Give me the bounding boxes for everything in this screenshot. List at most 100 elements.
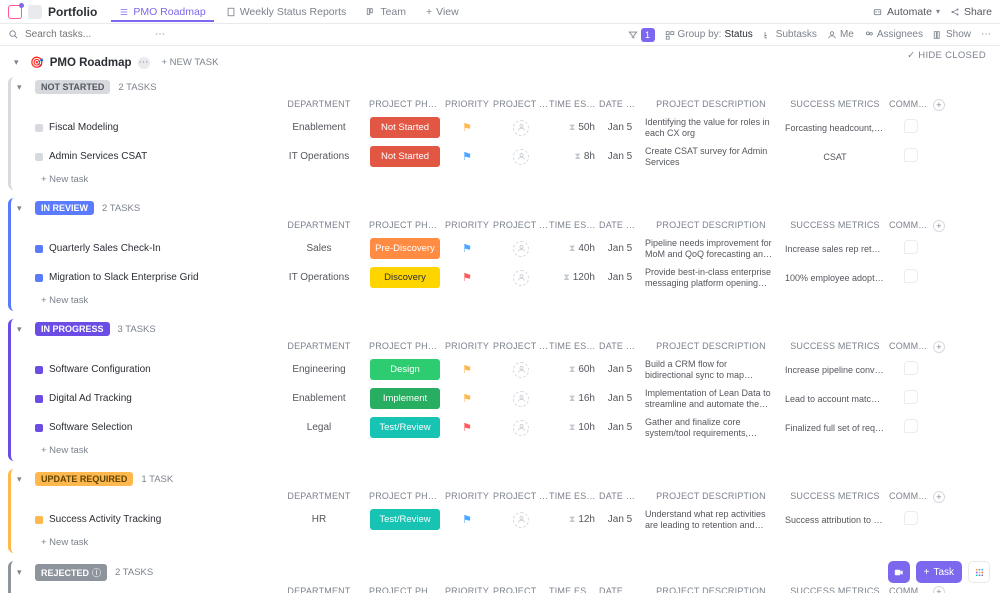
priority-flag-icon[interactable]: ⚑: [462, 364, 472, 376]
assignees-button[interactable]: Assignees: [864, 29, 923, 40]
task-row[interactable]: Success Activity Tracking HR Test/Review…: [11, 505, 992, 534]
collapse-group-icon[interactable]: ▾: [17, 324, 27, 335]
phase-badge[interactable]: Test/Review: [370, 509, 440, 530]
task-row[interactable]: Quarterly Sales Check-In Sales Pre-Disco…: [11, 234, 992, 263]
comment-icon[interactable]: [904, 511, 918, 525]
task-time[interactable]: ⧗10h: [549, 422, 599, 433]
tab-team[interactable]: Team: [358, 2, 414, 22]
status-square-icon[interactable]: [35, 395, 43, 403]
hide-closed-toggle[interactable]: ✓ HIDE CLOSED: [907, 50, 986, 61]
filter-button[interactable]: 1: [628, 28, 655, 42]
new-task-button[interactable]: + New task: [11, 442, 992, 459]
status-pill[interactable]: IN REVIEW: [35, 201, 94, 215]
collapse-group-icon[interactable]: ▾: [17, 567, 27, 578]
comment-icon[interactable]: [904, 119, 918, 133]
status-square-icon[interactable]: [35, 245, 43, 253]
tab-pmo-roadmap[interactable]: PMO Roadmap: [111, 2, 213, 22]
assign-pm-icon[interactable]: [513, 120, 529, 136]
priority-flag-icon[interactable]: ⚑: [462, 514, 472, 526]
assign-pm-icon[interactable]: [513, 241, 529, 257]
add-column-icon[interactable]: +: [933, 491, 945, 503]
status-pill[interactable]: IN PROGRESS: [35, 322, 110, 336]
subtasks-button[interactable]: Subtasks: [763, 29, 817, 40]
assign-pm-icon[interactable]: [513, 512, 529, 528]
priority-flag-icon[interactable]: ⚑: [462, 151, 472, 163]
add-column-icon[interactable]: +: [933, 220, 945, 232]
phase-badge[interactable]: Discovery: [370, 267, 440, 288]
collapse-icon[interactable]: ▾: [14, 57, 24, 68]
priority-flag-icon[interactable]: ⚑: [462, 393, 472, 405]
priority-flag-icon[interactable]: ⚑: [462, 243, 472, 255]
task-row[interactable]: Digital Ad Tracking Enablement Implement…: [11, 384, 992, 413]
collapse-group-icon[interactable]: ▾: [17, 203, 27, 214]
status-square-icon[interactable]: [35, 516, 43, 524]
list-settings-icon[interactable]: ⋯: [138, 57, 150, 69]
task-time[interactable]: ⧗120h: [549, 272, 599, 283]
collapse-group-icon[interactable]: ▾: [17, 82, 27, 93]
priority-flag-icon[interactable]: ⚑: [462, 122, 472, 134]
tab-view[interactable]: +View: [418, 2, 467, 22]
comment-icon[interactable]: [904, 361, 918, 375]
floating-actions: + Task: [888, 561, 990, 583]
share-button[interactable]: Share: [950, 6, 992, 18]
status-pill[interactable]: REJECTED ⓘ: [35, 564, 107, 581]
task-row[interactable]: Software Selection Legal Test/Review ⚑ ⧗…: [11, 413, 992, 442]
task-date: Jan 5: [599, 243, 641, 254]
status-square-icon[interactable]: [35, 274, 43, 282]
comment-icon[interactable]: [904, 419, 918, 433]
assign-pm-icon[interactable]: [513, 391, 529, 407]
add-column-icon[interactable]: +: [933, 341, 945, 353]
phase-badge[interactable]: Not Started: [370, 146, 440, 167]
assign-pm-icon[interactable]: [513, 149, 529, 165]
new-task-button[interactable]: + New task: [11, 292, 992, 309]
more-menu-icon[interactable]: ⋯: [981, 29, 992, 40]
add-column-icon[interactable]: +: [933, 99, 945, 111]
task-time[interactable]: ⧗8h: [549, 151, 599, 162]
status-square-icon[interactable]: [35, 124, 43, 132]
group-update_required: ▾ UPDATE REQUIRED 1 TASK DEPARTMENT PROJ…: [8, 469, 992, 553]
tab-weekly-status-reports[interactable]: Weekly Status Reports: [218, 2, 355, 22]
task-row[interactable]: Admin Services CSAT IT Operations Not St…: [11, 142, 992, 171]
new-task-button[interactable]: + New task: [11, 171, 992, 188]
search-input[interactable]: [25, 29, 95, 40]
phase-badge[interactable]: Test/Review: [370, 417, 440, 438]
task-time[interactable]: ⧗16h: [549, 393, 599, 404]
status-square-icon[interactable]: [35, 366, 43, 374]
task-time[interactable]: ⧗12h: [549, 514, 599, 525]
task-row[interactable]: Fiscal Modeling Enablement Not Started ⚑…: [11, 113, 992, 142]
comment-icon[interactable]: [904, 240, 918, 254]
status-square-icon[interactable]: [35, 153, 43, 161]
task-time[interactable]: ⧗40h: [549, 243, 599, 254]
comment-icon[interactable]: [904, 148, 918, 162]
add-column-icon[interactable]: +: [933, 586, 945, 593]
priority-flag-icon[interactable]: ⚑: [462, 422, 472, 434]
me-button[interactable]: Me: [827, 29, 854, 40]
priority-flag-icon[interactable]: ⚑: [462, 272, 472, 284]
phase-badge[interactable]: Not Started: [370, 117, 440, 138]
status-pill[interactable]: UPDATE REQUIRED: [35, 472, 133, 486]
assign-pm-icon[interactable]: [513, 362, 529, 378]
record-button[interactable]: [888, 561, 910, 583]
task-time[interactable]: ⧗60h: [549, 364, 599, 375]
group-by-button[interactable]: Group by: Status: [665, 29, 753, 40]
assign-pm-icon[interactable]: [513, 270, 529, 286]
new-task-header-button[interactable]: + NEW TASK: [162, 57, 219, 68]
more-options-icon[interactable]: ⋯: [155, 29, 166, 40]
apps-button[interactable]: [968, 561, 990, 583]
phase-badge[interactable]: Design: [370, 359, 440, 380]
task-row[interactable]: Software Configuration Engineering Desig…: [11, 355, 992, 384]
collapse-group-icon[interactable]: ▾: [17, 474, 27, 485]
phase-badge[interactable]: Implement: [370, 388, 440, 409]
status-pill[interactable]: NOT STARTED: [35, 80, 110, 94]
automate-button[interactable]: Automate ▾: [872, 6, 940, 18]
task-time[interactable]: ⧗50h: [549, 122, 599, 133]
task-row[interactable]: Migration to Slack Enterprise Grid IT Op…: [11, 263, 992, 292]
new-task-button[interactable]: + New task: [11, 534, 992, 551]
comment-icon[interactable]: [904, 269, 918, 283]
new-task-floating-button[interactable]: + Task: [916, 561, 962, 583]
status-square-icon[interactable]: [35, 424, 43, 432]
show-button[interactable]: Show: [933, 29, 971, 40]
comment-icon[interactable]: [904, 390, 918, 404]
phase-badge[interactable]: Pre-Discovery: [370, 238, 440, 259]
assign-pm-icon[interactable]: [513, 420, 529, 436]
